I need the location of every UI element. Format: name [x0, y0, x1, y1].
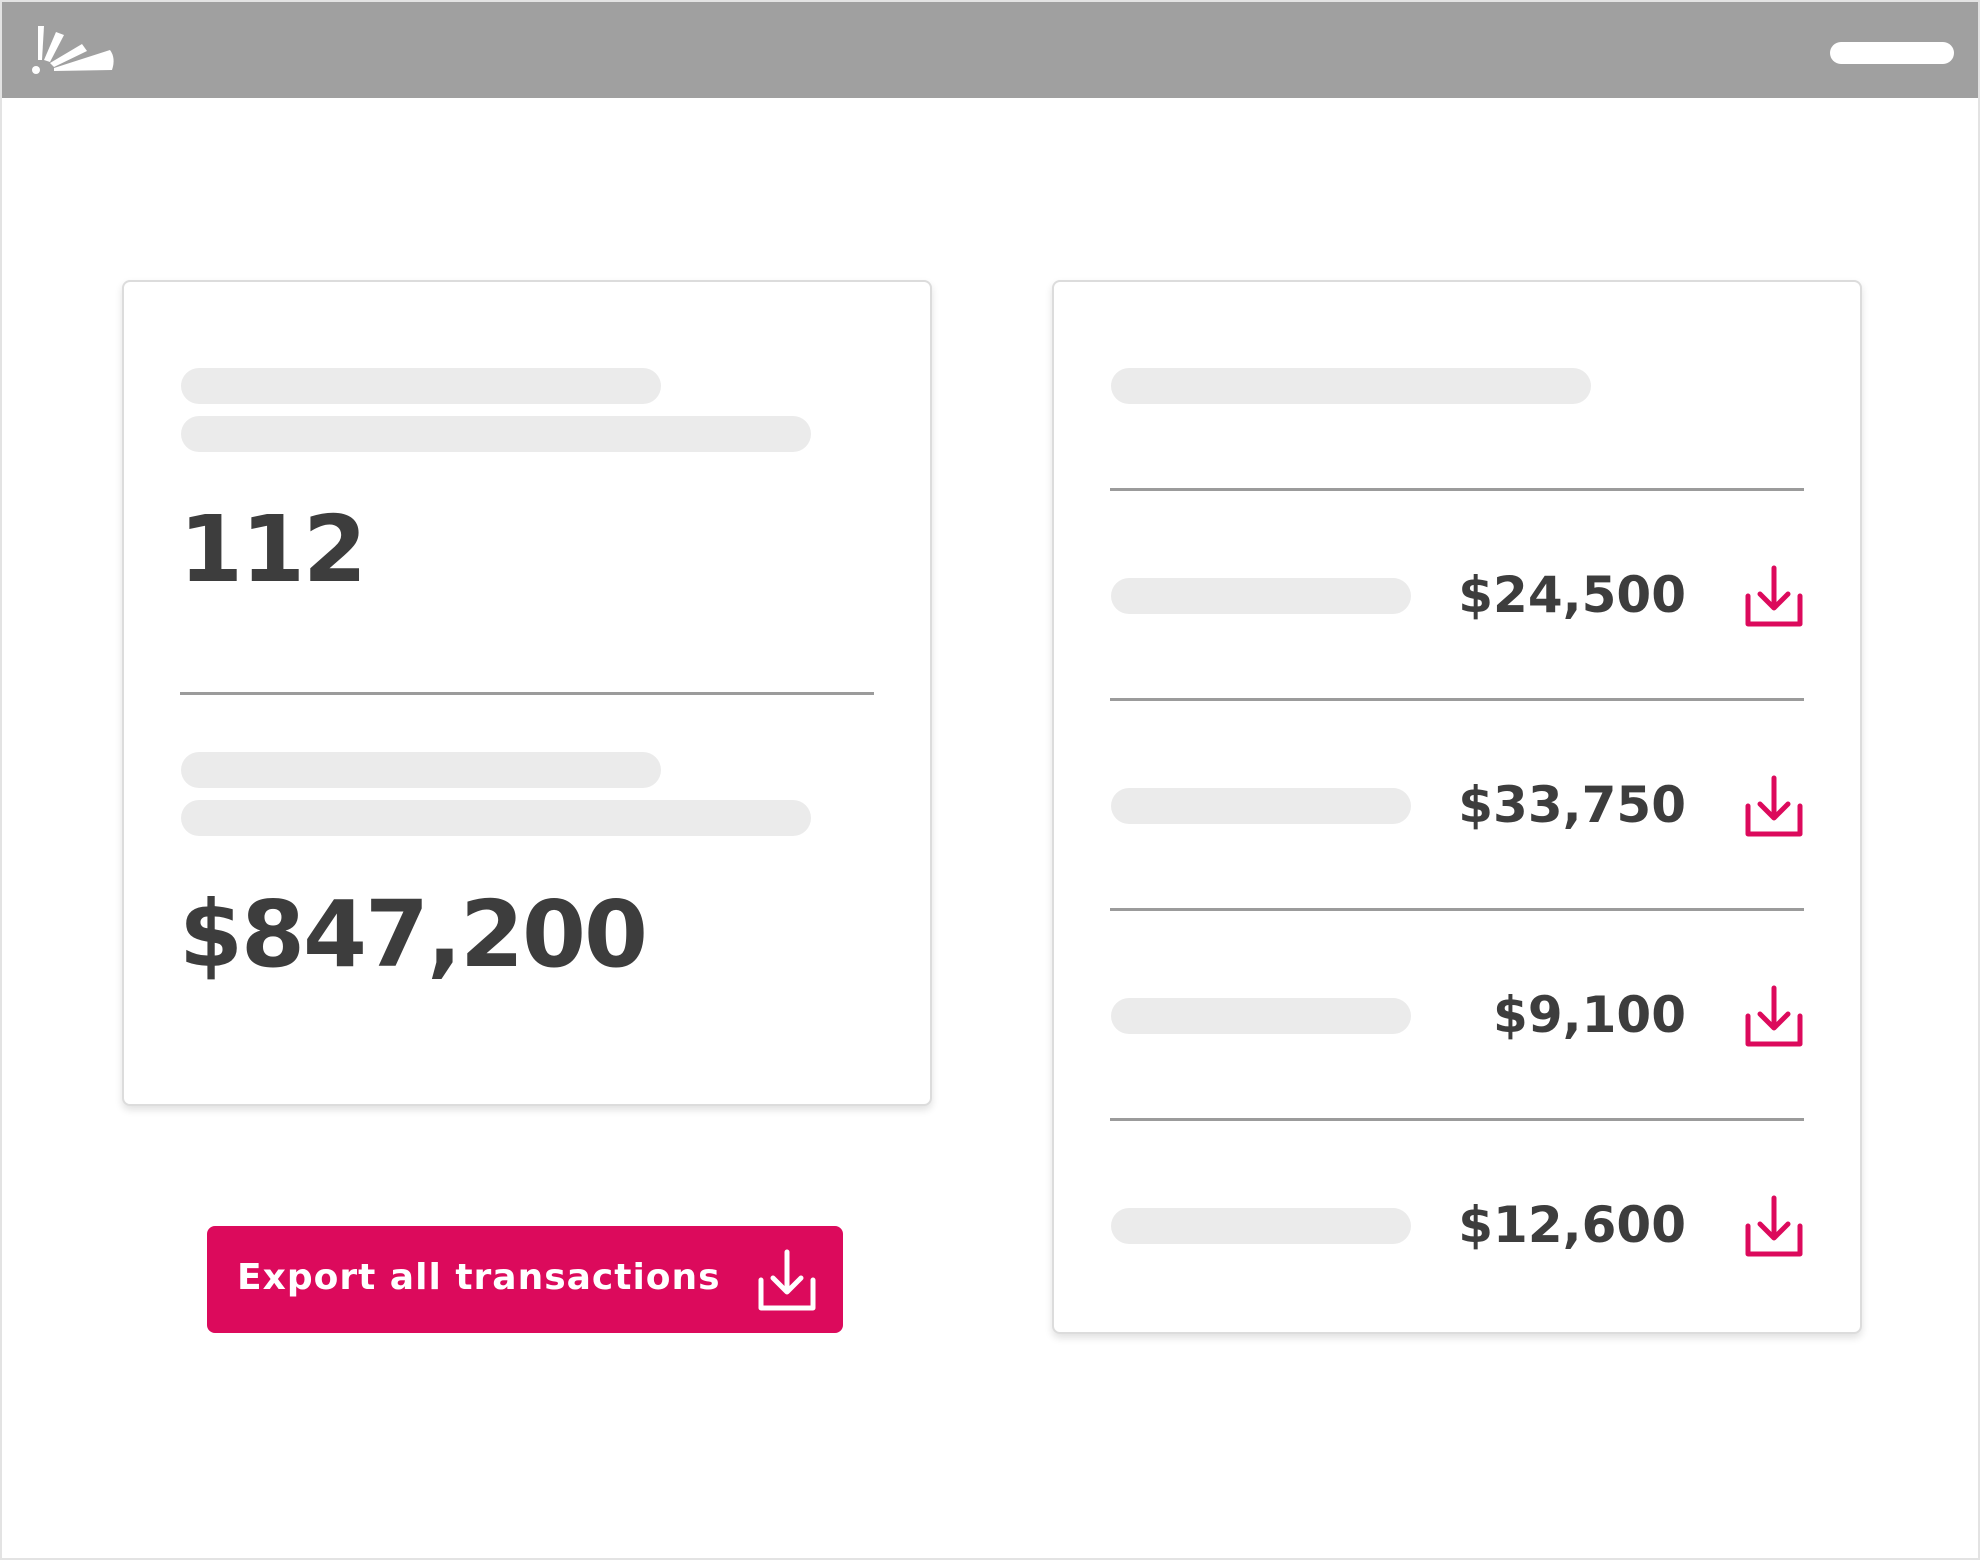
skeleton-line [1111, 788, 1411, 824]
total-amount: $847,200 [179, 881, 648, 988]
transaction-amount: $12,600 [1458, 1196, 1686, 1254]
export-button-label: Export all transactions [237, 1257, 721, 1298]
divider [180, 692, 874, 695]
app-window: 112 $847,200 Export all transactions $24… [0, 0, 1980, 1560]
divider [1110, 488, 1804, 491]
skeleton-line [181, 752, 661, 788]
title-bar [2, 2, 1978, 98]
skeleton-line [181, 368, 661, 404]
divider [1110, 1118, 1804, 1121]
transaction-amount: $33,750 [1458, 776, 1686, 834]
download-icon[interactable] [1744, 772, 1804, 840]
skeleton-line [1111, 998, 1411, 1034]
export-all-button[interactable]: Export all transactions [207, 1226, 843, 1333]
skeleton-line [181, 800, 811, 836]
skeleton-line [1111, 368, 1591, 404]
sunburst-logo-icon [32, 26, 114, 74]
skeleton-line [1111, 1208, 1411, 1244]
download-icon [758, 1249, 816, 1311]
divider [1110, 908, 1804, 911]
divider [1110, 698, 1804, 701]
summary-card: 112 $847,200 [122, 280, 932, 1106]
transaction-amount: $24,500 [1458, 566, 1686, 624]
download-icon[interactable] [1744, 562, 1804, 630]
download-icon[interactable] [1744, 982, 1804, 1050]
transaction-count: 112 [179, 496, 367, 603]
transaction-amount: $9,100 [1493, 986, 1686, 1044]
skeleton-line [181, 416, 811, 452]
download-icon[interactable] [1744, 1192, 1804, 1260]
skeleton-line [1111, 578, 1411, 614]
window-control-bar[interactable] [1830, 42, 1954, 64]
transactions-card: $24,500 $33,750 $9,100 $12,600 [1052, 280, 1862, 1334]
